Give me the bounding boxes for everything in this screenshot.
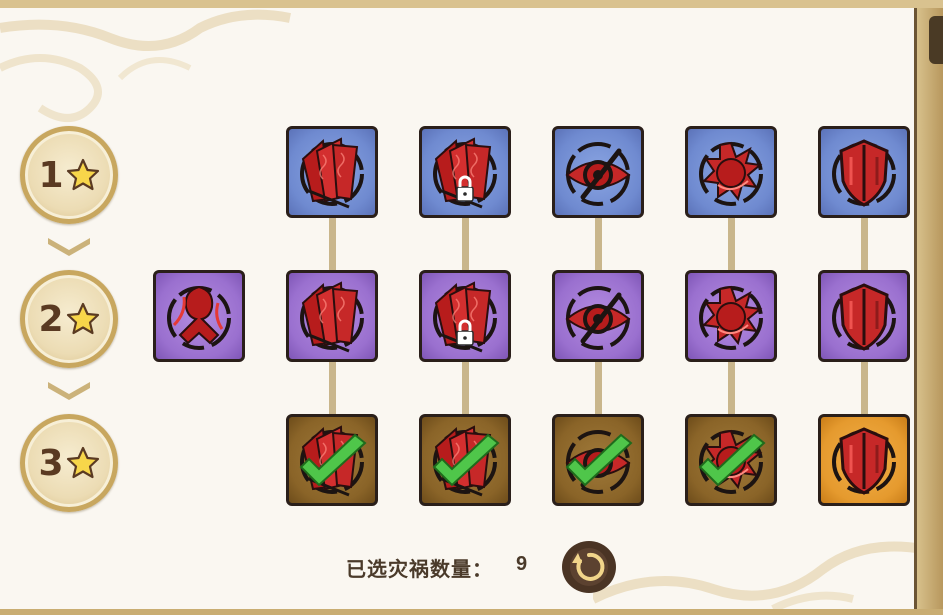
tier-connector [329,360,336,416]
tier-connector [861,216,868,272]
bane-tile-cards-tier1[interactable] [286,126,378,218]
star-icon [66,302,100,336]
lock-icon [422,129,508,215]
chevron-down-icon [48,382,90,400]
checkmark-icon [289,417,375,503]
bane-tile-shield-tier3[interactable] [818,414,910,506]
crossed-eye-icon [555,129,641,215]
level-number: 2 [38,298,64,340]
cloud-ornament-top-left [0,9,291,122]
red-cards-icon [289,273,375,359]
level-1-star-badge: 1 [20,126,118,224]
bane-tile-eye-tier1[interactable] [552,126,644,218]
rail-notch [929,16,943,64]
level-2-star-badge: 2 [20,270,118,368]
selected-bane-count-label: 已选灾祸数量： [346,559,493,581]
red-shield-icon [821,273,907,359]
bane-tile-cards-tier2[interactable] [286,270,378,362]
tier-connector [861,360,868,416]
checkmark-icon [688,417,774,503]
bane-tile-eye-tier2[interactable] [552,270,644,362]
bane-tile-orb-tier1[interactable] [685,126,777,218]
checkmark-icon [422,417,508,503]
tier-connector [595,360,602,416]
spiked-orb-icon [688,273,774,359]
tier-connector [595,216,602,272]
chevron-down-icon [48,238,90,256]
panel-right-rail [914,8,943,609]
cloud-ornament-bottom-right [593,541,923,609]
burning-figure-icon [156,273,242,359]
spiked-orb-icon [688,129,774,215]
bane-tile-cards-b-tier3[interactable] [419,414,511,506]
bane-tile-eye-tier3[interactable] [552,414,644,506]
level-3-star-badge: 3 [20,414,118,512]
red-shield-icon [821,129,907,215]
red-cards-icon [289,129,375,215]
bane-tile-figure-tier2[interactable] [153,270,245,362]
tier-connector [462,360,469,416]
tier-connector [728,360,735,416]
tier-connector [329,216,336,272]
selected-bane-count-value: 9 [516,553,528,575]
tier-connector [728,216,735,272]
star-icon [66,158,100,192]
red-shield-icon [821,417,907,503]
bane-tile-shield-tier2[interactable] [818,270,910,362]
tier-connector [462,216,469,272]
star-icon [66,446,100,480]
bane-tile-orb-tier3[interactable] [685,414,777,506]
lock-icon [422,273,508,359]
bane-tile-shield-tier1[interactable] [818,126,910,218]
bane-tile-orb-tier2[interactable] [685,270,777,362]
level-number: 3 [38,442,64,484]
bane-tile-cards-locked-tier2[interactable] [419,270,511,362]
bane-tile-cards-tier3[interactable] [286,414,378,506]
bane-tile-cards-locked-tier1[interactable] [419,126,511,218]
bane-selection-panel: 1 2 3 已选灾祸数量： 9 [0,0,943,615]
level-number: 1 [38,154,64,196]
crossed-eye-icon [555,273,641,359]
checkmark-icon [555,417,641,503]
reset-arrow-icon[interactable] [560,539,618,595]
